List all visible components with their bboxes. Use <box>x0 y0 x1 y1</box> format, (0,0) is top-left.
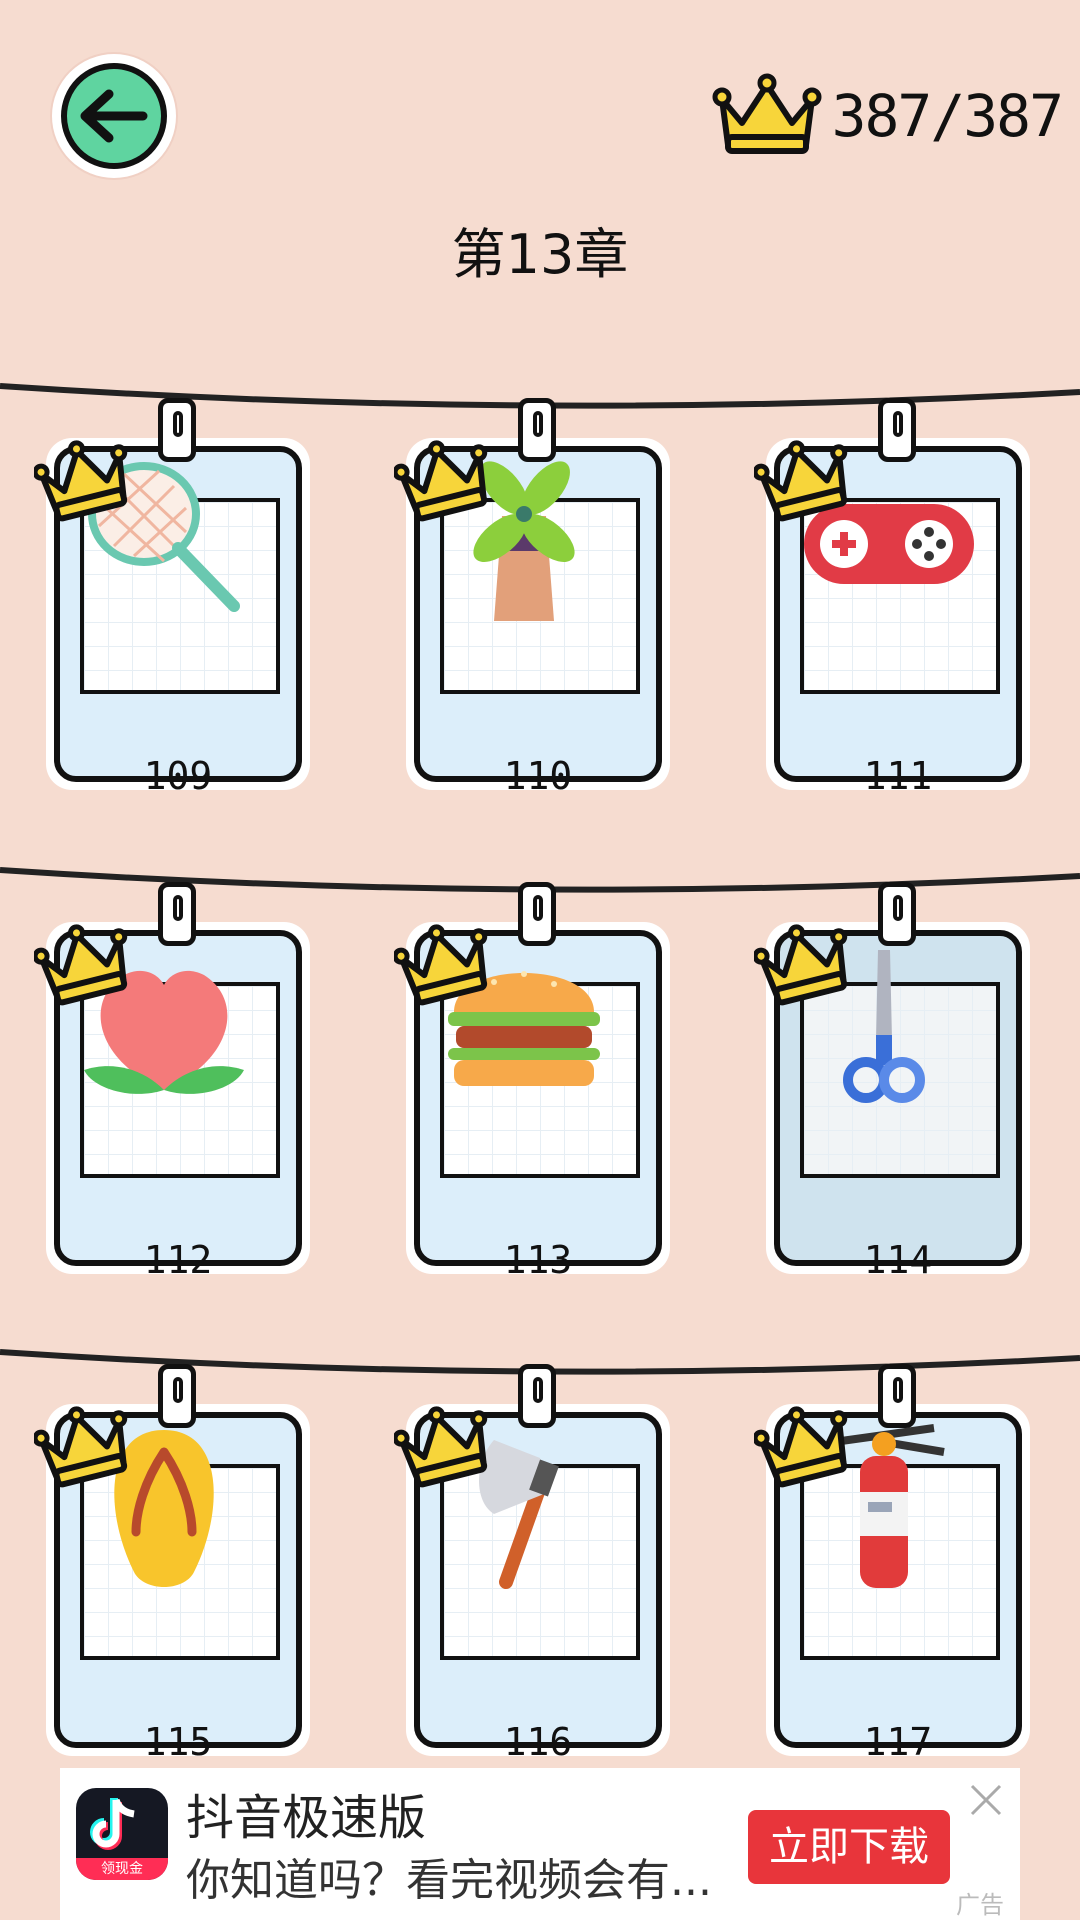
crown-icon <box>394 1406 488 1488</box>
crown-icon <box>754 440 848 522</box>
ad-label: 广告 <box>956 1891 1004 1919</box>
level-number: 117 <box>863 1720 933 1764</box>
level-card[interactable]: 117 <box>754 1364 1036 1764</box>
level-number: 111 <box>863 754 933 798</box>
level-number: 116 <box>503 1720 573 1764</box>
ad-banner[interactable]: 领现金 抖音极速版 你知道吗？看完视频会有... 立即下载 广告 <box>60 1768 1020 1920</box>
music-note-icon <box>90 1798 135 1850</box>
level-number: 115 <box>143 1720 213 1764</box>
download-button[interactable]: 立即下载 <box>748 1810 950 1884</box>
clip-icon <box>158 398 196 462</box>
clip-icon <box>878 1364 916 1428</box>
app-logo: 领现金 <box>76 1788 168 1880</box>
level-card[interactable]: 116 <box>394 1364 676 1764</box>
level-number: 113 <box>503 1238 573 1282</box>
clip-icon <box>518 882 556 946</box>
level-card[interactable]: 112 <box>34 882 316 1282</box>
crown-score: 387/387 <box>712 66 1064 166</box>
ad-description: 你知道吗？看完视频会有... <box>186 1855 712 1906</box>
crown-icon <box>394 924 488 1006</box>
clip-icon <box>158 882 196 946</box>
crown-icon <box>34 924 128 1006</box>
level-card[interactable]: 110 <box>394 398 676 798</box>
level-card[interactable]: 113 <box>394 882 676 1282</box>
crown-icon <box>394 440 488 522</box>
level-card[interactable]: 109 <box>34 398 316 798</box>
clip-icon <box>518 1364 556 1428</box>
close-icon[interactable] <box>966 1780 1006 1820</box>
level-card[interactable]: 114 <box>754 882 1036 1282</box>
back-arrow-icon <box>61 63 167 169</box>
clip-icon <box>518 398 556 462</box>
crown-icon <box>754 924 848 1006</box>
chapter-title: 第13章 <box>451 223 629 286</box>
level-number: 114 <box>863 1238 933 1282</box>
level-card[interactable]: 115 <box>34 1364 316 1764</box>
level-number: 110 <box>503 754 573 798</box>
crown-icon <box>34 1406 128 1488</box>
clip-icon <box>878 398 916 462</box>
logo-tag: 领现金 <box>76 1858 168 1880</box>
crown-icon <box>712 73 822 154</box>
back-button[interactable] <box>52 54 176 178</box>
crown-icon <box>34 440 128 522</box>
level-number: 109 <box>143 754 213 798</box>
clip-icon <box>158 1364 196 1428</box>
level-card[interactable]: 111 <box>754 398 1036 798</box>
score-count: 387/387 <box>831 82 1064 150</box>
crown-icon <box>754 1406 848 1488</box>
clip-icon <box>878 882 916 946</box>
level-number: 112 <box>143 1238 213 1282</box>
ad-app-name: 抖音极速版 <box>186 1790 427 1846</box>
